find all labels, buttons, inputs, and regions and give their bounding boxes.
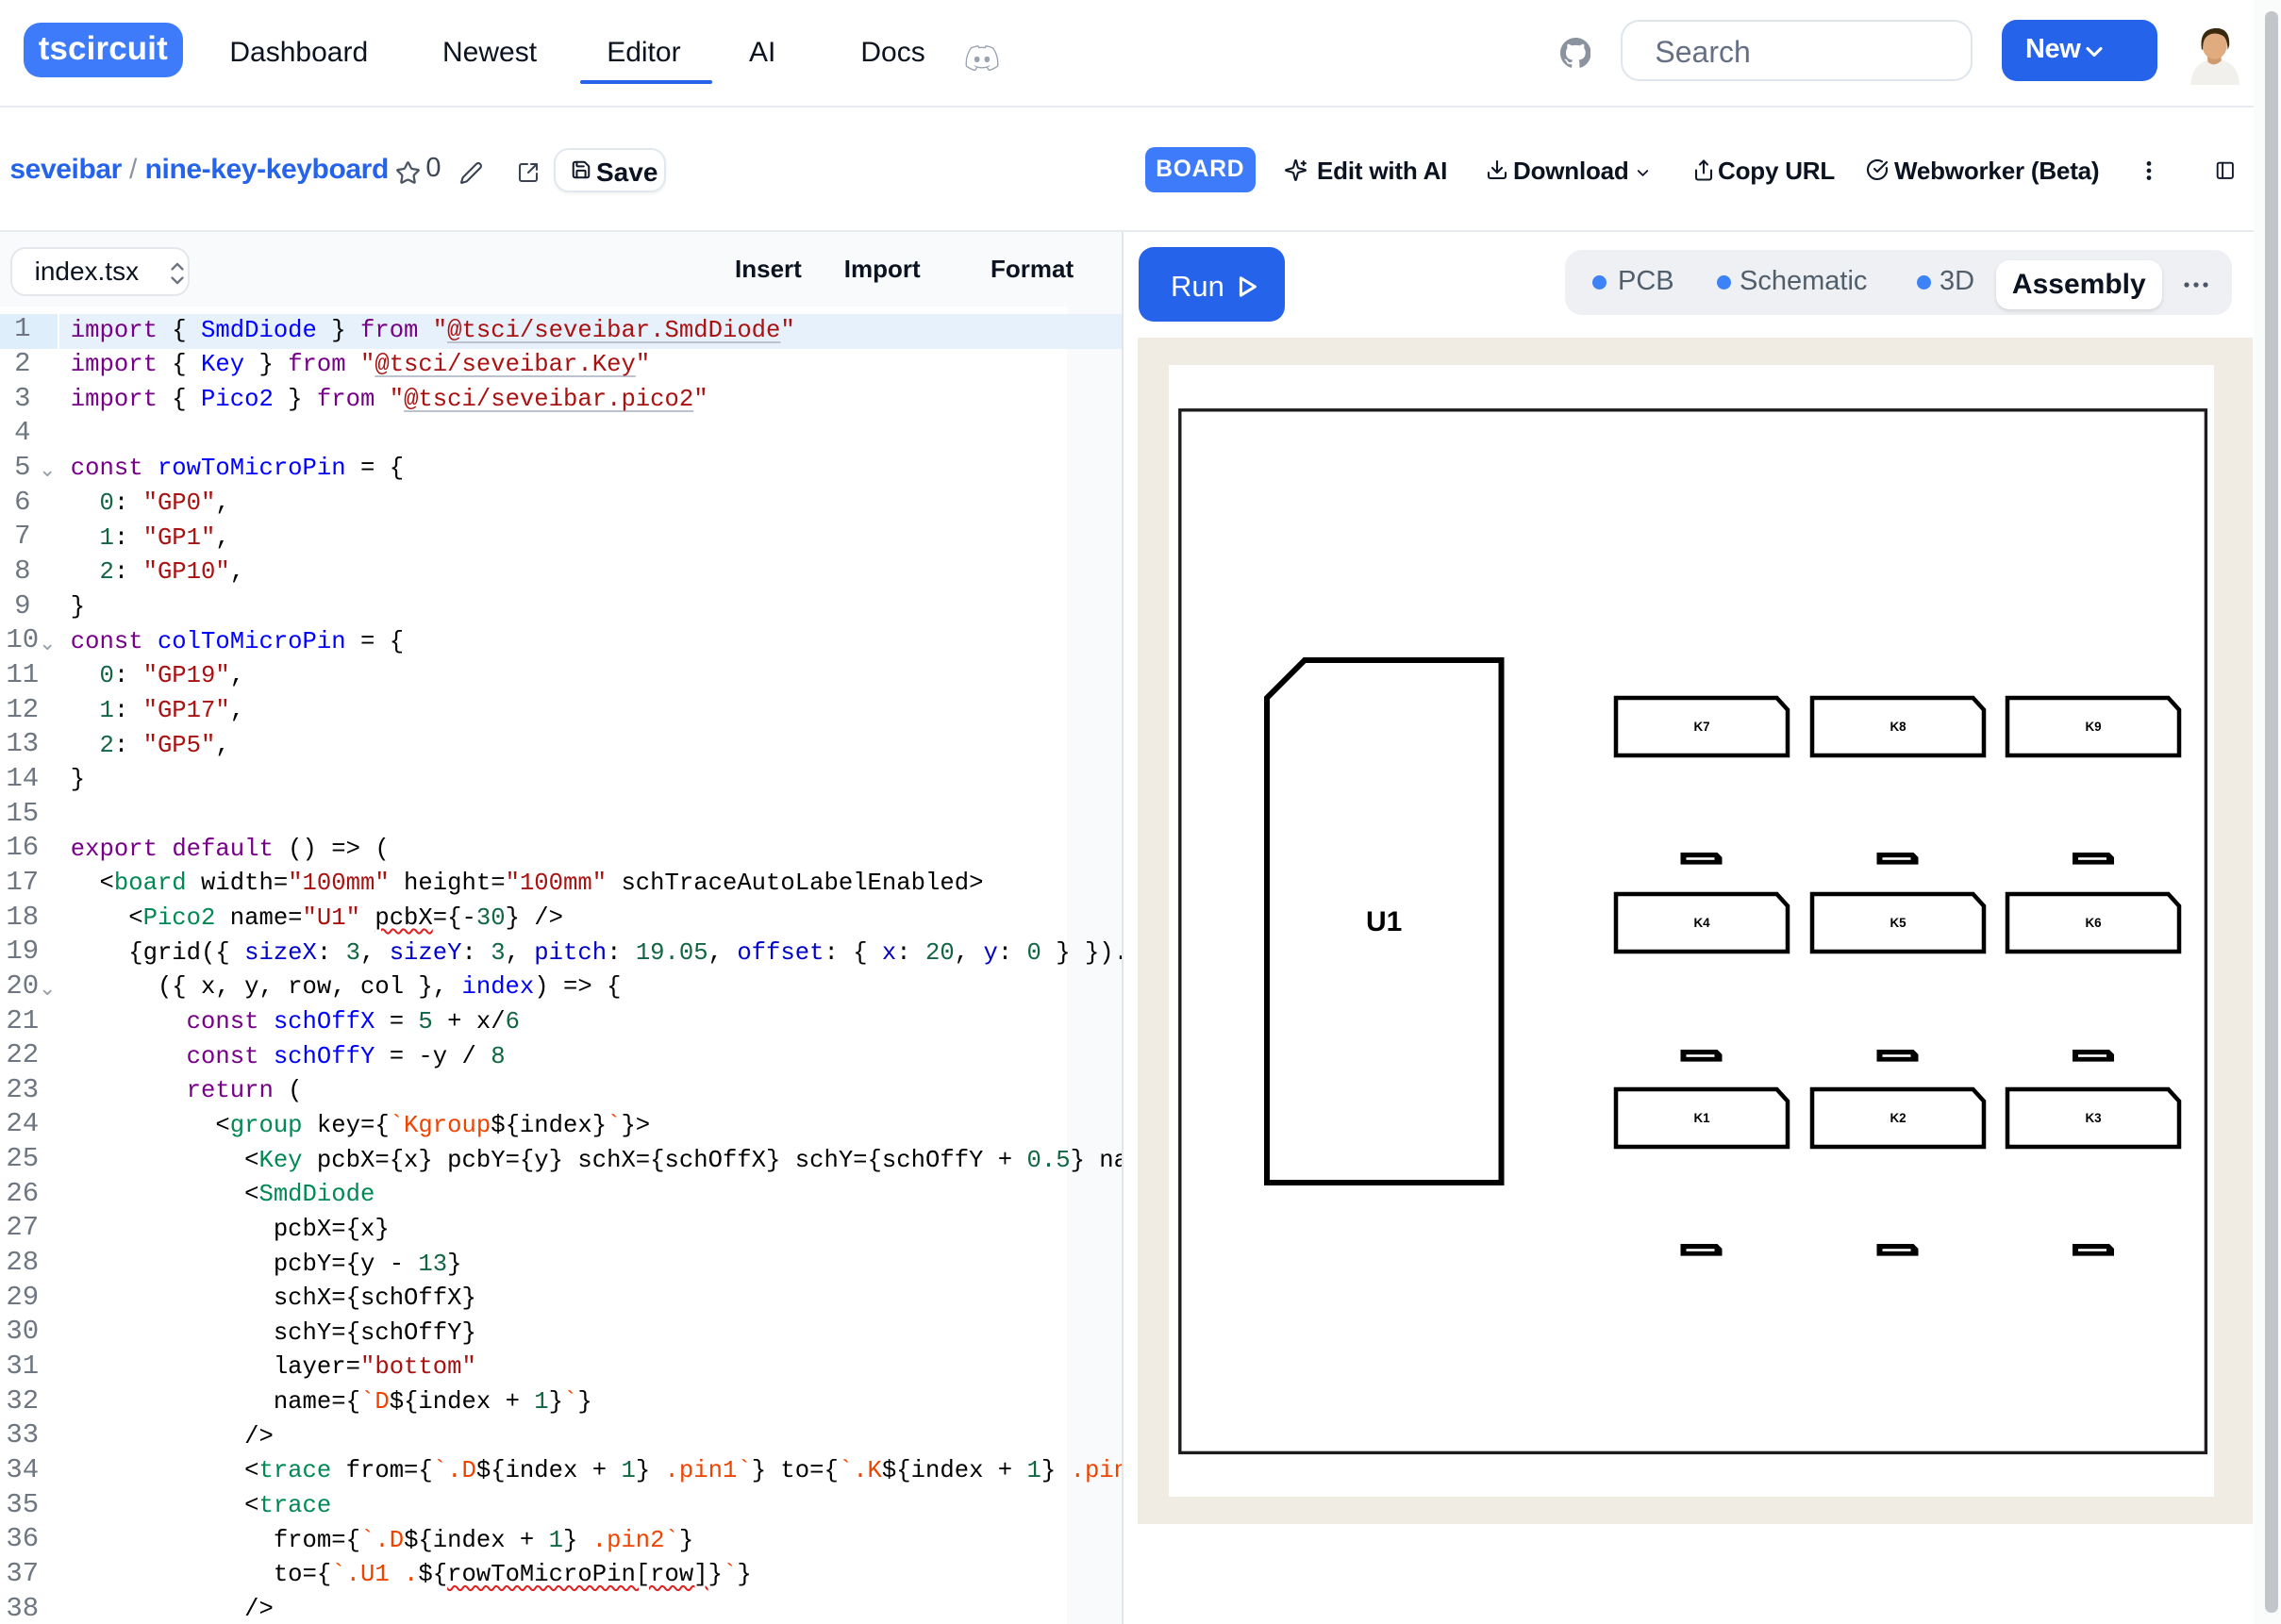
svg-text:K7: K7	[1693, 720, 1709, 734]
svg-text:K2: K2	[1890, 1111, 1906, 1125]
svg-text:K8: K8	[1890, 720, 1906, 734]
svg-text:K6: K6	[2085, 916, 2101, 930]
svg-text:K4: K4	[1693, 916, 1710, 930]
svg-text:K1: K1	[1693, 1111, 1710, 1125]
svg-text:K9: K9	[2085, 720, 2101, 734]
svg-text:K5: K5	[1890, 916, 1906, 930]
svg-text:U1: U1	[1366, 906, 1402, 937]
svg-text:K3: K3	[2085, 1111, 2101, 1125]
